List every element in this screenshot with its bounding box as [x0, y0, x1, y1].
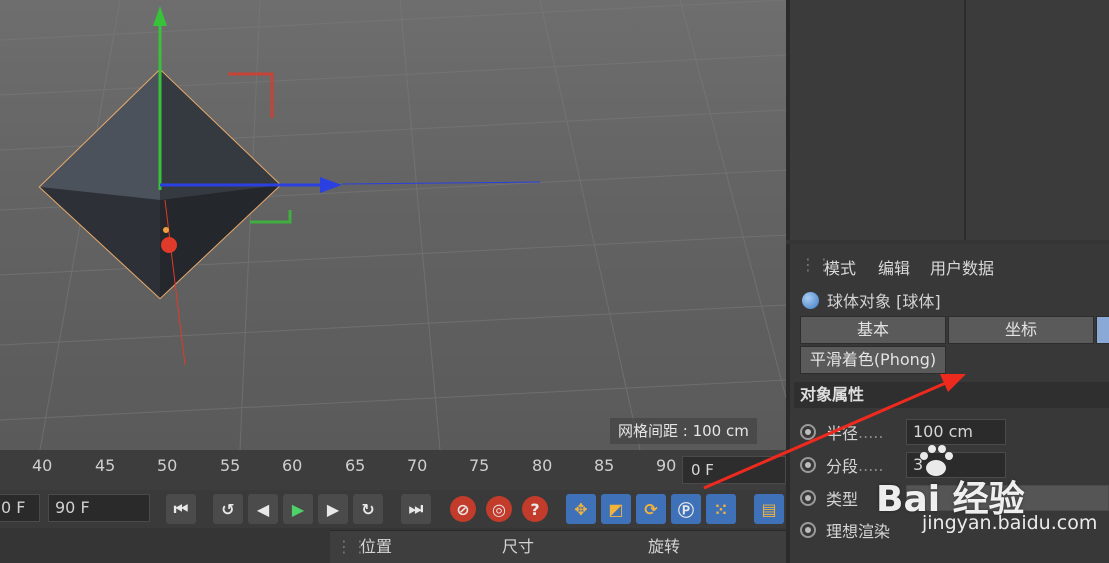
- annotation-arrow-line: [703, 380, 949, 490]
- annotation-layer: [703, 374, 966, 490]
